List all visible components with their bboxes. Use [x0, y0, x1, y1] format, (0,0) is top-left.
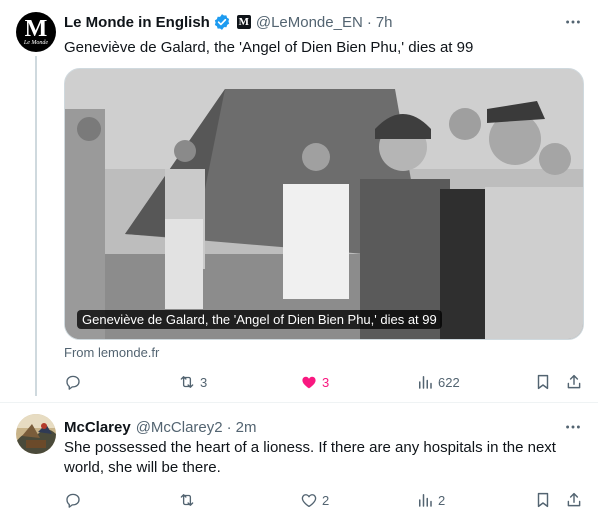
like-button[interactable]: 2	[300, 490, 329, 510]
divider	[0, 402, 598, 403]
bookmark-icon	[537, 374, 549, 390]
tweet-header: Le Monde in English M @LeMonde_EN · 7h	[64, 12, 393, 32]
link-card[interactable]: Geneviève de Galard, the 'Angel of Dien …	[64, 68, 584, 340]
heart-icon	[301, 494, 317, 508]
retweet-button[interactable]: 3	[178, 372, 207, 392]
reply-button[interactable]	[64, 490, 86, 510]
bookmark-button[interactable]	[534, 490, 552, 510]
timestamp[interactable]: 7h	[376, 14, 393, 31]
verified-icon	[214, 14, 230, 30]
tweet-actions: 2 2	[58, 490, 586, 510]
reply-icon	[66, 493, 80, 508]
separator-dot: ·	[226, 418, 232, 436]
author-handle[interactable]: @LeMonde_EN	[256, 14, 363, 31]
card-image	[65, 69, 583, 339]
author-name[interactable]: Le Monde in English	[64, 14, 210, 31]
more-icon	[566, 425, 580, 429]
retweet-button[interactable]	[178, 490, 200, 510]
views-icon	[419, 376, 432, 389]
timestamp[interactable]: 2m	[236, 419, 257, 436]
views-icon	[419, 494, 432, 507]
reply-button[interactable]	[64, 372, 86, 392]
like-button[interactable]: 3	[300, 372, 329, 392]
retweet-count: 3	[200, 374, 208, 390]
tweet-text: She possessed the heart of a lioness. If…	[64, 439, 556, 476]
avatar-image	[16, 414, 56, 454]
thread-line	[35, 56, 37, 396]
tweet-header: McClarey @McClarey2 · 2m	[64, 417, 256, 437]
share-icon	[567, 374, 581, 389]
more-button[interactable]	[563, 12, 583, 32]
card-source[interactable]: From lemonde.fr	[64, 345, 159, 360]
retweet-icon	[180, 494, 194, 506]
more-icon	[566, 20, 580, 24]
more-button[interactable]	[563, 417, 583, 437]
like-count: 2	[322, 492, 330, 508]
bookmark-icon	[537, 492, 549, 508]
tweet-text: Geneviève de Galard, the 'Angel of Dien …	[64, 39, 474, 56]
share-button[interactable]	[565, 372, 583, 392]
tweet-actions: 3 3 622	[58, 372, 586, 392]
author-handle[interactable]: @McClarey2	[136, 419, 223, 436]
views-button[interactable]: 2	[416, 490, 445, 510]
avatar-logo-letter: M	[24, 15, 48, 42]
avatar[interactable]: M Le Monde	[16, 12, 56, 52]
avatar-logo-subtitle: Le Monde	[23, 39, 49, 46]
like-count: 3	[322, 374, 330, 390]
separator-dot: ·	[366, 13, 372, 31]
author-name[interactable]: McClarey	[64, 419, 131, 436]
share-button[interactable]	[565, 490, 583, 510]
card-caption: Geneviève de Galard, the 'Angel of Dien …	[77, 310, 442, 329]
retweet-icon	[180, 376, 194, 388]
views-count: 622	[438, 374, 460, 390]
views-button[interactable]: 622	[416, 372, 460, 392]
views-count: 2	[438, 492, 446, 508]
reply-icon	[66, 375, 80, 390]
affiliate-badge[interactable]: M	[236, 15, 251, 29]
share-icon	[567, 492, 581, 507]
avatar[interactable]	[16, 414, 56, 454]
heart-icon	[302, 376, 316, 389]
bookmark-button[interactable]	[534, 372, 552, 392]
